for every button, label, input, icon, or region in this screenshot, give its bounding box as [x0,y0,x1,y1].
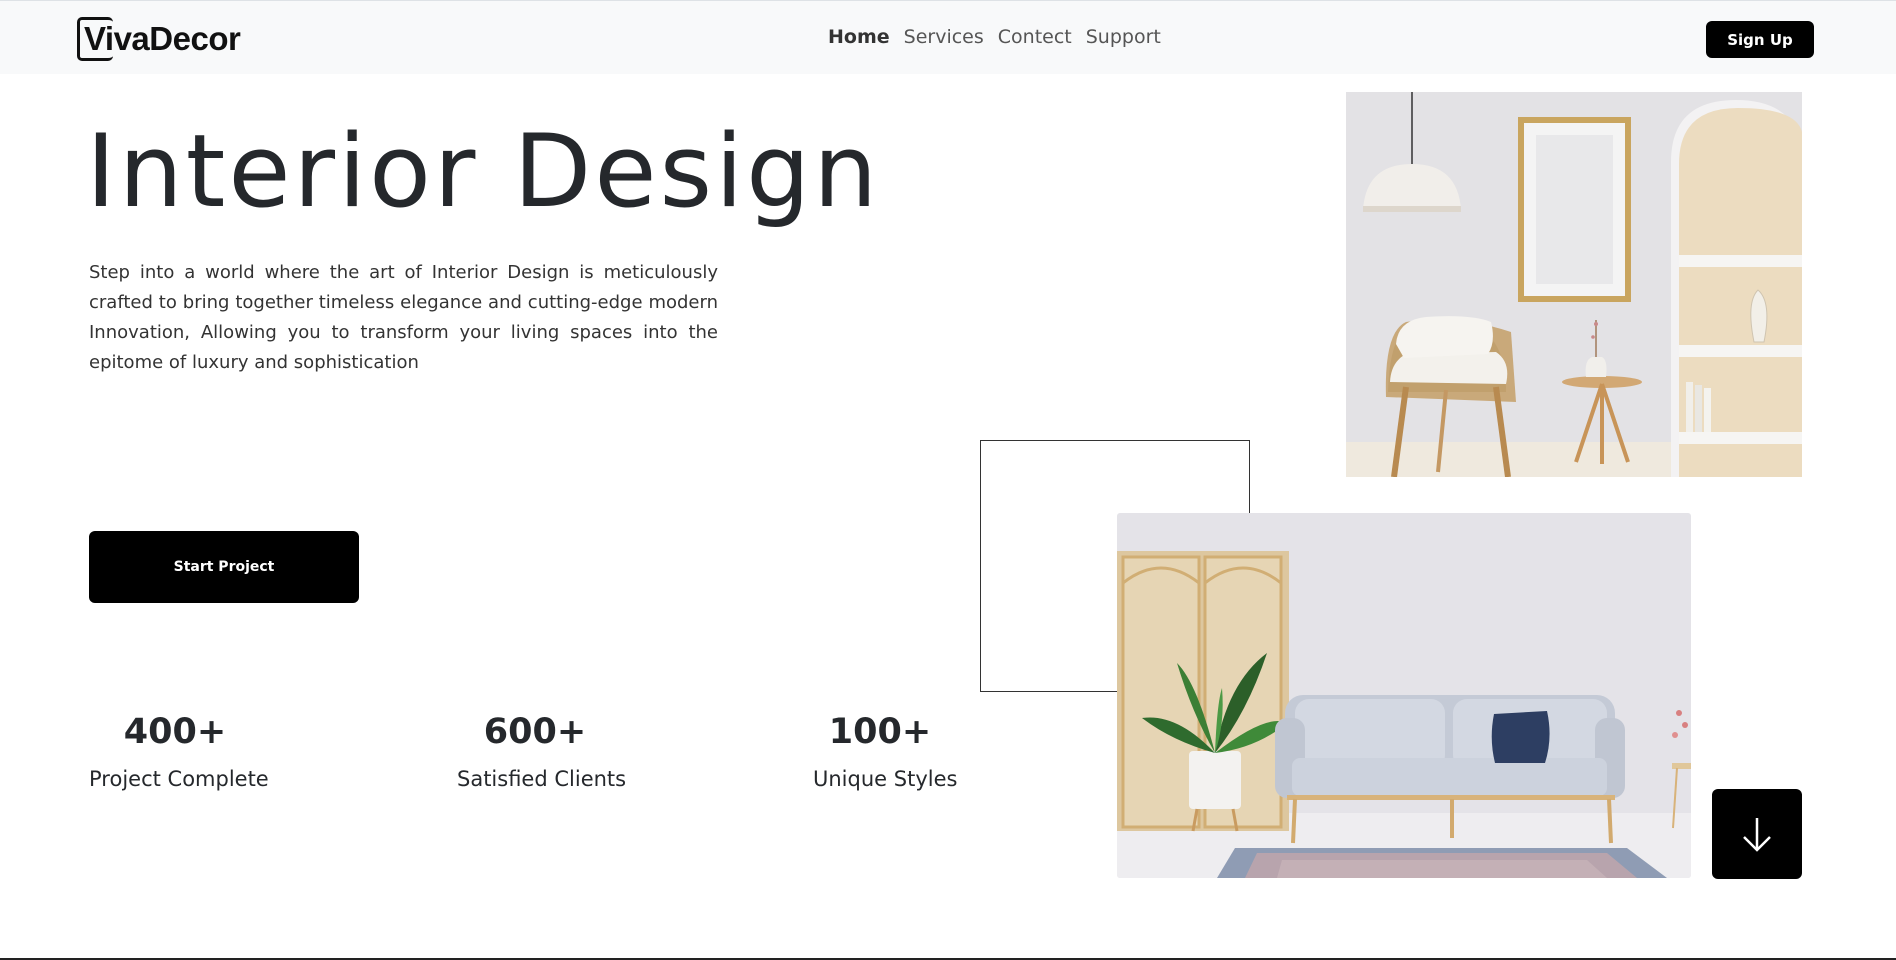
sofa-room-illustration [1117,513,1691,878]
start-project-button[interactable]: Start Project [89,531,359,603]
stat-value: 100+ [828,712,932,752]
chair-room-illustration [1346,92,1802,477]
scroll-down-button[interactable] [1712,789,1802,879]
nav-link-services[interactable]: Services [904,26,984,48]
hero-description: Step into a world where the art of Inter… [89,262,718,373]
nav-link-support[interactable]: Support [1086,26,1161,48]
hero-title: Interior Design [86,112,881,230]
stat-label: Project Complete [89,767,269,791]
stat-value: 600+ [483,712,587,752]
stat-label: Unique Styles [813,767,958,791]
nav-link-home[interactable]: Home [828,26,890,48]
stat-projects: 400+ Project Complete [89,712,269,791]
nav-menu: Home Services Contect Support [828,26,1161,48]
nav-link-contact[interactable]: Contect [998,26,1072,48]
stat-styles: 100+ Unique Styles [813,712,958,791]
stat-value: 400+ [123,712,227,752]
brand-logo[interactable]: VivaDecor [77,17,241,61]
brand-name: VivaDecor [84,20,241,57]
interior-image-sofa [1117,513,1691,878]
signup-button[interactable]: Sign Up [1706,21,1814,58]
stat-clients: 600+ Satisfied Clients [457,712,627,791]
stat-label: Satisfied Clients [457,767,627,791]
navbar: VivaDecor Home Services Contect Support … [0,0,1896,74]
arrow-down-icon [1743,818,1771,852]
interior-image-chair [1346,92,1802,477]
